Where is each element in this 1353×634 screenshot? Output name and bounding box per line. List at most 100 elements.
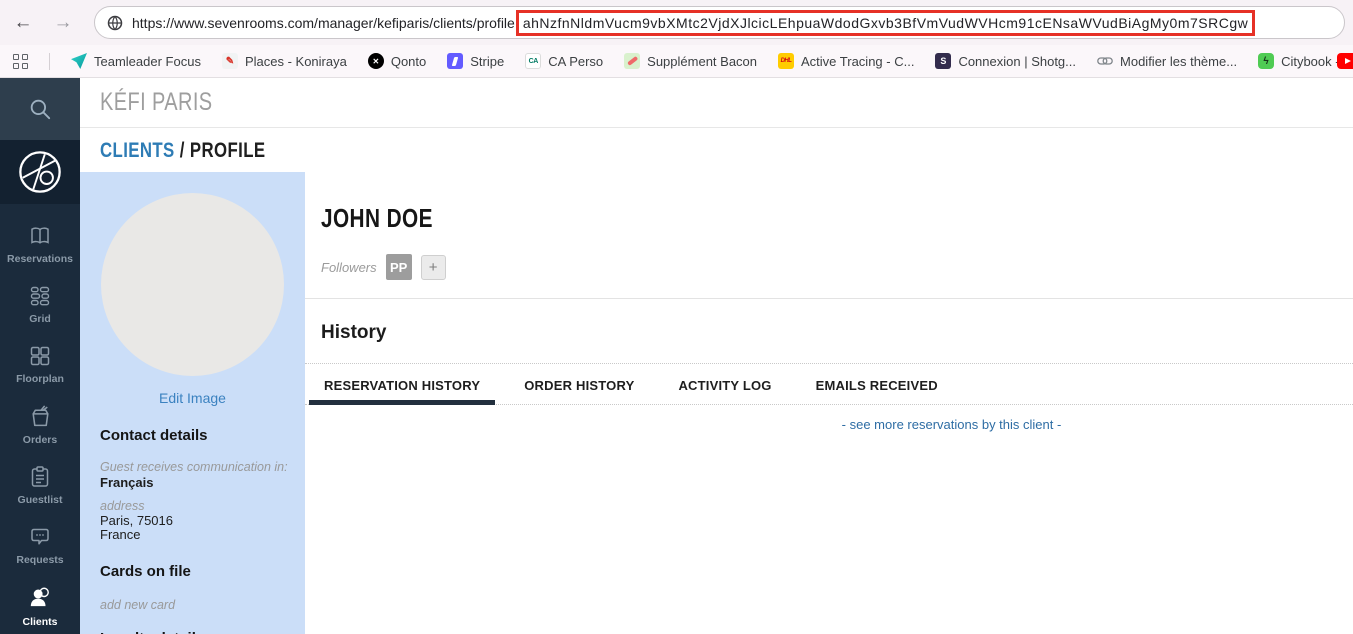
sidebar-item-grid[interactable]: Grid (0, 284, 80, 325)
dhl-icon (778, 53, 795, 69)
app-sidebar: Reservations Grid Floorplan Orders Guest… (0, 78, 80, 634)
sidebar-item-label: Grid (29, 313, 51, 325)
cards-on-file-heading: Cards on file (100, 563, 191, 580)
sidebar-item-reservations[interactable]: Reservations (0, 224, 80, 265)
sidebar-item-label: Clients (22, 616, 58, 628)
sidebar-item-label: Reservations (7, 253, 73, 265)
search-icon (27, 96, 53, 122)
address-label: address (100, 499, 145, 513)
sidebar-nav: Reservations Grid Floorplan Orders Guest… (0, 204, 80, 634)
teamleader-icon (71, 53, 87, 69)
breadcrumb: CLIENTS / PROFILE (100, 139, 266, 163)
sidebar-item-label: Floorplan (16, 373, 64, 385)
history-tabs-wrap: RESERVATION HISTORY ORDER HISTORY ACTIVI… (305, 363, 1353, 405)
bookmark-label: Places - Koniraya (244, 53, 347, 69)
communication-label: Guest receives communication in: (100, 460, 288, 474)
bookmark-active-tracing[interactable]: Active Tracing - C... (778, 53, 914, 69)
communication-language: Français (100, 475, 154, 490)
address-bar[interactable]: https://www.sevenrooms.com/manager/kefip… (94, 6, 1345, 39)
link-icon (1097, 53, 1113, 69)
bookmark-label: Teamleader Focus (94, 53, 201, 69)
bookmark-label: Connexion | Shotg... (958, 53, 1077, 69)
url-highlighted-token: ahNzfnNldmVucm9vbXMtc2VjdXJlcicLEhpuaWdo… (515, 9, 1256, 36)
tab-reservation-history[interactable]: RESERVATION HISTORY (308, 364, 496, 405)
book-icon (27, 224, 53, 248)
followers-label: Followers (321, 259, 377, 275)
bookmarks-bar: Teamleader Focus Places - Koniraya Qonto… (0, 45, 1353, 78)
places-icon (221, 53, 238, 69)
contact-details-heading: Contact details (100, 427, 208, 444)
bacon-icon (624, 53, 641, 69)
client-name: JOHN DOE (321, 203, 433, 233)
bookmark-label: CA Perso (548, 53, 604, 69)
bookmark-label: Supplément Bacon (647, 53, 758, 69)
browser-toolbar: ← → ⟳ https://www.sevenrooms.com/manager… (0, 0, 1353, 45)
sevenrooms-logo-icon (17, 149, 63, 195)
address-city: Paris, 75016 (100, 513, 173, 528)
grid-icon (28, 284, 52, 308)
address-country: France (100, 527, 141, 542)
followers-row: Followers PP + (321, 254, 1353, 280)
bookmark-places[interactable]: Places - Koniraya (221, 53, 347, 69)
bookmark-label: Active Tracing - C... (801, 53, 915, 69)
sidebar-item-label: Orders (22, 434, 58, 446)
bookmark-ca-perso[interactable]: CA Perso (525, 53, 603, 69)
url-prefix: https://www.sevenrooms.com/manager/kefip… (132, 14, 515, 31)
bookmark-qonto[interactable]: Qonto (367, 53, 427, 69)
edit-image-link[interactable]: Edit Image (80, 390, 305, 406)
venue-header: KÉFI PARIS (80, 78, 1353, 128)
breadcrumb-row: CLIENTS / PROFILE (80, 129, 1353, 172)
bookmark-stripe[interactable]: Stripe (447, 53, 504, 69)
floorplan-icon (28, 344, 52, 368)
bookmark-connexion-shotgun[interactable]: Connexion | Shotg... (935, 53, 1076, 69)
url-text[interactable]: https://www.sevenrooms.com/manager/kefip… (132, 9, 1256, 36)
globe-icon[interactable] (107, 15, 123, 31)
credit-agricole-icon (525, 53, 542, 69)
sidebar-logo-button[interactable] (0, 140, 80, 204)
follower-badge[interactable]: PP (385, 254, 412, 280)
section-divider (305, 298, 1353, 299)
bookmark-modifier-themes[interactable]: Modifier les thème... (1097, 53, 1237, 69)
sidebar-item-clients[interactable]: Clients (0, 585, 80, 628)
loyalty-details-heading: Loyalty details (100, 630, 305, 634)
tab-activity-log[interactable]: ACTIVITY LOG (676, 364, 773, 404)
sidebar-item-requests[interactable]: Requests (0, 525, 80, 566)
youtube-icon[interactable] (1337, 53, 1353, 69)
history-heading: History (321, 322, 387, 343)
citybook-icon (1258, 53, 1275, 69)
profile-main: JOHN DOE Followers PP + History RESERVAT… (305, 172, 1353, 634)
sidebar-search-button[interactable] (0, 78, 80, 140)
bookmark-supplement-bacon[interactable]: Supplément Bacon (624, 53, 757, 69)
back-icon[interactable]: ← (10, 10, 36, 36)
breadcrumb-clients-link[interactable]: CLIENTS (100, 139, 175, 162)
forward-icon[interactable]: → (50, 10, 76, 36)
sidebar-item-label: Guestlist (17, 494, 63, 506)
client-profile-body: Edit Image Contact details Guest receive… (80, 172, 1353, 634)
shotgun-icon (935, 53, 952, 69)
avatar (101, 193, 284, 376)
bookmarks-separator (49, 52, 50, 70)
add-follower-button[interactable]: + (420, 254, 446, 280)
person-icon (27, 585, 53, 611)
apps-grid-icon[interactable] (13, 53, 28, 69)
profile-side-panel: Edit Image Contact details Guest receive… (80, 172, 305, 634)
sidebar-item-guestlist[interactable]: Guestlist (0, 465, 80, 506)
tab-order-history[interactable]: ORDER HISTORY (522, 364, 636, 404)
sidebar-item-floorplan[interactable]: Floorplan (0, 344, 80, 385)
see-more-reservations-link[interactable]: - see more reservations by this client - (305, 417, 1353, 432)
bookmark-label: Modifier les thème... (1120, 53, 1238, 69)
bookmark-label: Stripe (470, 53, 505, 69)
tab-emails-received[interactable]: EMAILS RECEIVED (814, 364, 940, 404)
sidebar-item-orders[interactable]: Orders (0, 404, 80, 446)
browser-window: ← → ⟳ https://www.sevenrooms.com/manager… (0, 0, 1353, 634)
clipboard-icon (28, 465, 52, 489)
stripe-icon (447, 53, 464, 69)
breadcrumb-page: PROFILE (189, 138, 266, 162)
chat-bubble-icon (28, 525, 52, 549)
history-tabs: RESERVATION HISTORY ORDER HISTORY ACTIVI… (305, 364, 1353, 405)
add-new-card-link[interactable]: add new card (100, 598, 305, 613)
bookmark-teamleader[interactable]: Teamleader Focus (71, 53, 201, 69)
sidebar-item-label: Requests (16, 554, 64, 566)
bookmark-label: Qonto (390, 53, 427, 69)
breadcrumb-separator: / (179, 138, 185, 162)
